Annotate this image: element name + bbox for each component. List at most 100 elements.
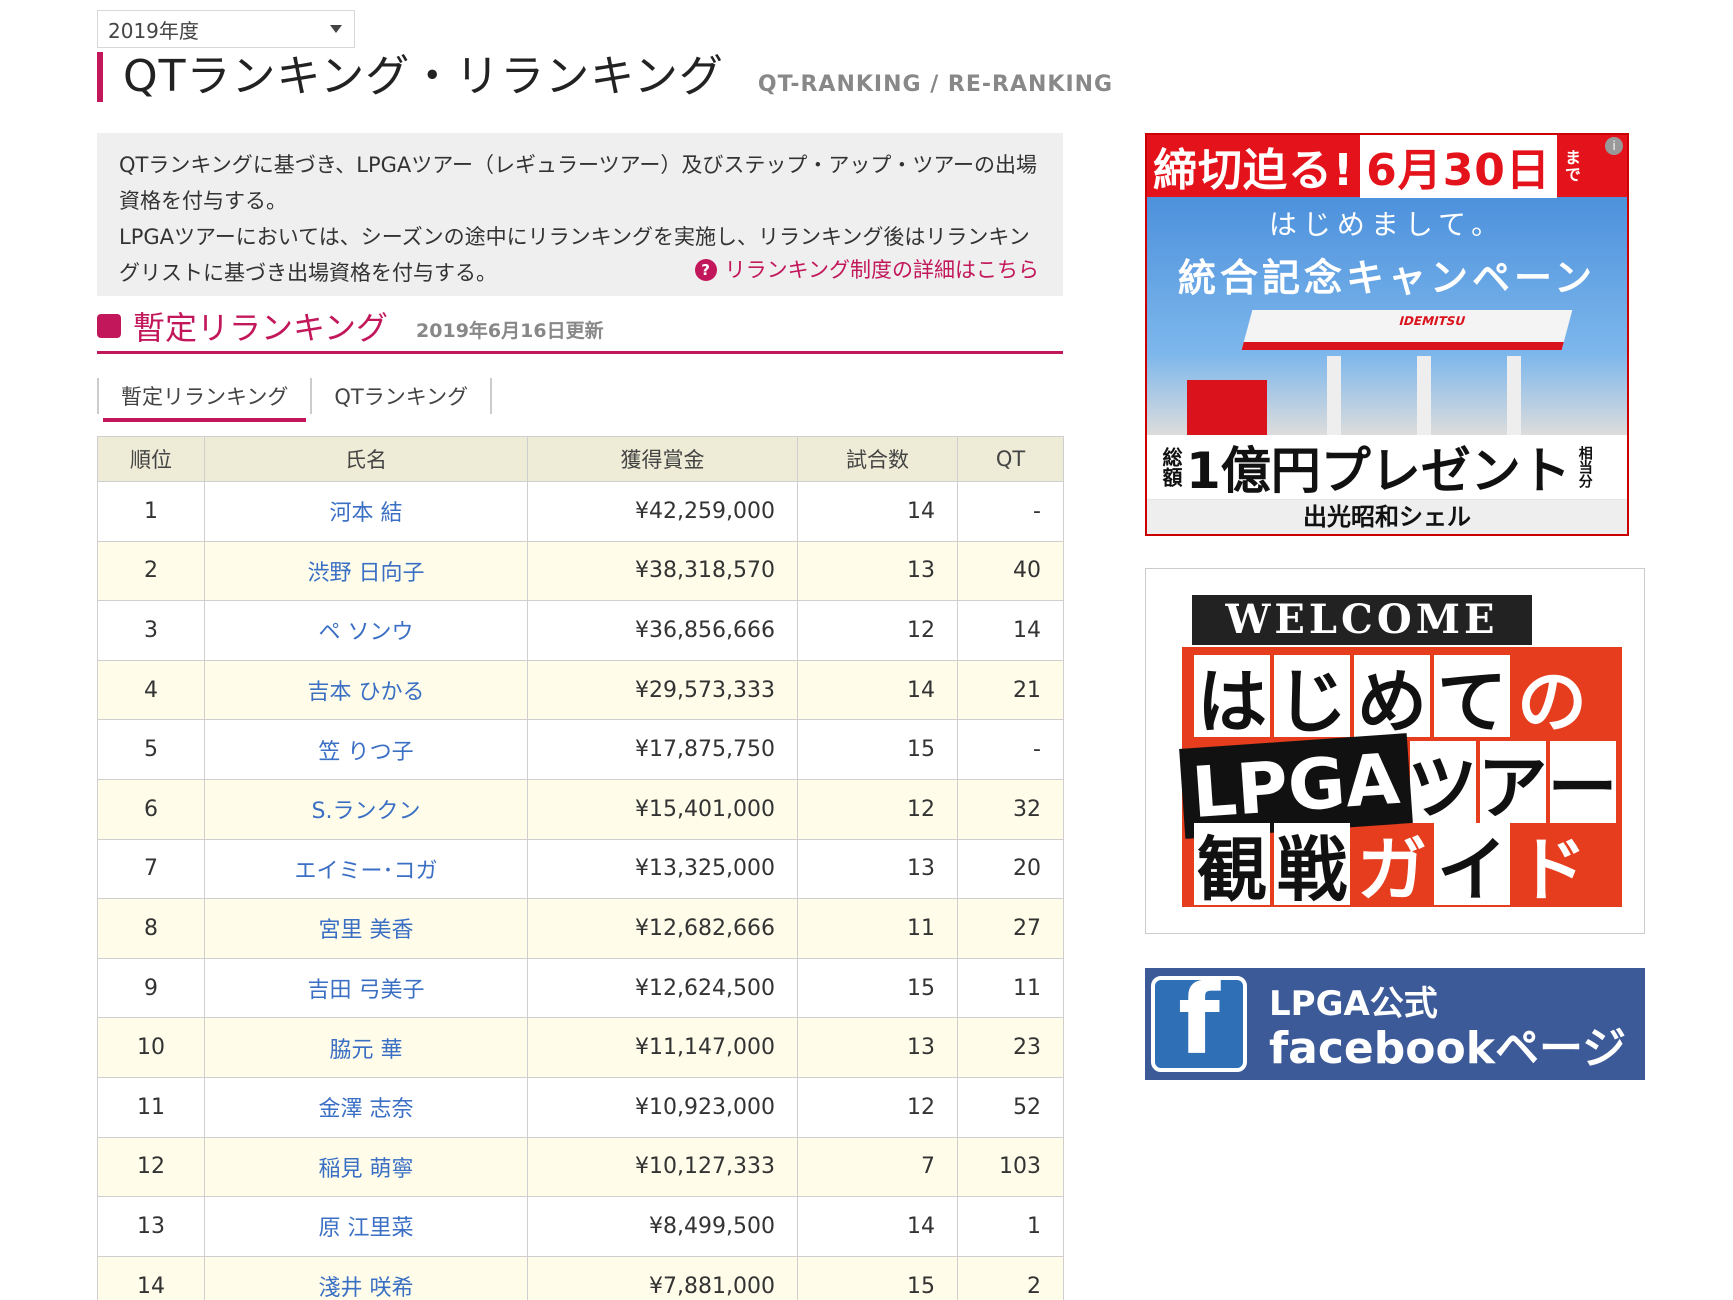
tab-qt-ranking[interactable]: QTランキング	[310, 378, 493, 414]
qt-cell: 103	[957, 1136, 1064, 1198]
prize-cell: ¥12,624,500	[527, 957, 798, 1019]
facebook-text: LPGA公式 facebookページ	[1269, 976, 1626, 1073]
station-pillar	[1417, 356, 1431, 436]
table-row: 7 エイミー･コガ ¥13,325,000 13 20	[97, 838, 1064, 900]
guide-panel: は じ め て の LPGA ツ ア ー 観 戦 ガ イ ド	[1179, 647, 1622, 911]
facebook-banner[interactable]: f LPGA公式 facebookページ	[1145, 968, 1645, 1080]
games-cell: 15	[797, 1255, 958, 1300]
updated-date: 2019年6月16日更新	[416, 320, 604, 342]
player-name-link[interactable]: 金澤 志奈	[204, 1076, 528, 1138]
page-title: QTランキング・リランキング QT-RANKING / RE-RANKING	[97, 52, 1113, 102]
station-pillar	[1507, 356, 1521, 436]
prize-cell: ¥12,682,666	[527, 898, 798, 959]
table-row: 2 渋野 日向子 ¥38,318,570 13 40	[97, 540, 1064, 602]
rank-cell: 12	[97, 1136, 205, 1198]
player-name-link[interactable]: 淺井 咲希	[204, 1255, 528, 1300]
player-name-link[interactable]: 河本 結	[204, 481, 528, 542]
qt-cell: 14	[957, 600, 1064, 661]
guide-char: め	[1354, 655, 1430, 743]
player-name-link[interactable]: 宮里 美香	[204, 898, 528, 959]
player-name-link[interactable]: 原 江里菜	[204, 1196, 528, 1257]
prize-cell: ¥7,881,000	[527, 1255, 798, 1300]
prize-cell: ¥17,875,750	[527, 719, 798, 780]
prize-cell: ¥29,573,333	[527, 659, 798, 721]
player-name-link[interactable]: 吉田 弓美子	[204, 957, 528, 1019]
prize-cell: ¥11,147,000	[527, 1017, 798, 1078]
guide-row-1: は じ め て の	[1182, 655, 1622, 743]
ranking-table-body: 1 河本 結 ¥42,259,000 14-2 渋野 日向子 ¥38,318,570 13 4…	[97, 481, 1064, 1300]
table-row: 5笠 りつ子 ¥17,875,750 15-	[97, 719, 1064, 780]
qt-cell: 1	[957, 1196, 1064, 1257]
games-cell: 12	[797, 1076, 958, 1138]
rank-cell: 7	[97, 838, 205, 900]
qt-cell: 52	[957, 1076, 1064, 1138]
rank-cell: 1	[97, 481, 205, 542]
tab-label: QTランキング	[334, 385, 469, 409]
player-name-link[interactable]: 渋野 日向子	[204, 540, 528, 602]
player-name-link[interactable]: 吉本 ひかる	[204, 659, 528, 721]
table-row: 12 稲見 萌寧 ¥10,127,333 7 103	[97, 1136, 1064, 1198]
rank-cell: 8	[97, 898, 205, 959]
station-sign: IDEMITSU	[1397, 314, 1467, 328]
games-cell: 14	[797, 481, 958, 542]
rank-cell: 2	[97, 540, 205, 602]
lpga-guide-banner[interactable]: WELCOME は じ め て の LPGA ツ ア ー 観 戦 ガ イ ド	[1145, 568, 1645, 934]
brand-name: 出光昭和シェル	[1147, 500, 1627, 534]
idemitsu-campaign-banner[interactable]: 締切迫る! 6月30日 まで i はじめまして。 統合記念キャンペーン IDEM…	[1145, 133, 1629, 536]
prize-cell: ¥10,923,000	[527, 1076, 798, 1138]
qt-cell: 2	[957, 1255, 1064, 1300]
deadline-bar: 締切迫る! 6月30日 まで	[1147, 135, 1627, 198]
games-cell: 13	[797, 540, 958, 602]
table-row: 1 河本 結 ¥42,259,000 14-	[97, 481, 1064, 542]
page-title-en: QT-RANKING / RE-RANKING	[757, 72, 1114, 97]
games-cell: 7	[797, 1136, 958, 1198]
ad-info-icon[interactable]: i	[1605, 137, 1623, 155]
header-rank[interactable]: 順位	[97, 436, 205, 482]
tab-bar: 暫定リランキング QTランキング	[97, 378, 493, 422]
prize-cell: ¥42,259,000	[527, 481, 798, 542]
campaign-title: 統合記念キャンペーン	[1177, 256, 1597, 300]
year-select[interactable]: 2019年度	[97, 10, 355, 48]
present-text: 1億円プレゼント	[1186, 442, 1571, 500]
player-name-link[interactable]: S.ランクン	[204, 778, 528, 840]
qt-cell: 27	[957, 898, 1064, 959]
player-name-link[interactable]: 笠 りつ子	[204, 719, 528, 780]
rank-cell: 10	[97, 1017, 205, 1078]
prize-cell: ¥10,127,333	[527, 1136, 798, 1198]
header-prize[interactable]: 獲得賞金	[527, 436, 798, 482]
guide-char: 観	[1194, 823, 1270, 911]
player-name-link[interactable]: ペ ソンウ	[204, 600, 528, 661]
qt-cell: -	[957, 481, 1064, 542]
guide-char: 戦	[1274, 823, 1350, 911]
games-cell: 14	[797, 1196, 958, 1257]
player-name-link[interactable]: 脇元 華	[204, 1017, 528, 1078]
help-link[interactable]: ? リランキング制度の詳細はこちら	[694, 252, 1039, 288]
present-mid: 相当分	[1576, 446, 1593, 488]
table-row: 14 淺井 咲希 ¥7,881,000 15 2	[97, 1255, 1064, 1300]
header-name[interactable]: 氏名	[204, 436, 528, 482]
qt-cell: 40	[957, 540, 1064, 602]
guide-char: は	[1194, 655, 1270, 743]
guide-char: ー	[1548, 741, 1618, 829]
qt-cell: 23	[957, 1017, 1064, 1078]
table-row: 13 原 江里菜 ¥8,499,500 14 1	[97, 1196, 1064, 1257]
games-cell: 13	[797, 1017, 958, 1078]
facebook-line-2: facebookページ	[1269, 1022, 1627, 1074]
prize-cell: ¥38,318,570	[527, 540, 798, 602]
header-qt[interactable]: QT	[957, 436, 1064, 482]
table-row: 10 脇元 華 ¥11,147,000 13 23	[97, 1017, 1064, 1078]
welcome-text: WELCOME	[1192, 595, 1532, 645]
games-cell: 14	[797, 659, 958, 721]
player-name-link[interactable]: 稲見 萌寧	[204, 1136, 528, 1198]
table-row: 11 金澤 志奈 ¥10,923,000 12 52	[97, 1076, 1064, 1138]
header-games[interactable]: 試合数	[797, 436, 958, 482]
station-shop	[1187, 380, 1267, 436]
guide-char: イ	[1434, 823, 1510, 911]
player-name-link[interactable]: エイミー･コガ	[204, 838, 528, 900]
tab-provisional-reranking[interactable]: 暫定リランキング	[97, 378, 310, 422]
prize-cell: ¥15,401,000	[527, 778, 798, 840]
present-prefix: 総額	[1159, 447, 1183, 487]
table-header-row: 順位 氏名 獲得賞金 試合数 QT	[97, 436, 1064, 482]
facebook-line-1: LPGA公式	[1269, 983, 1438, 1024]
tab-label: 暫定リランキング	[121, 385, 289, 409]
